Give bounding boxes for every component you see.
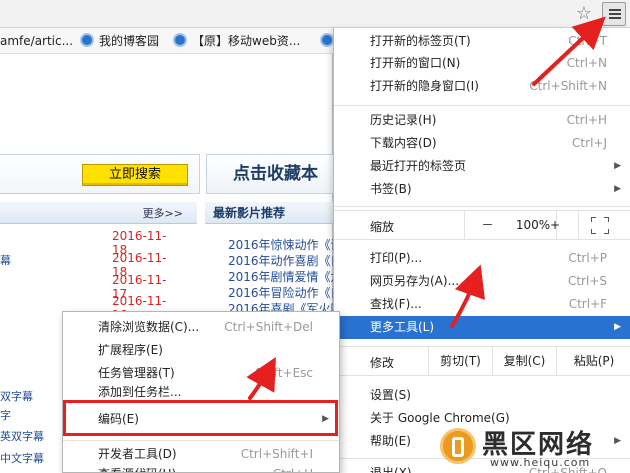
chevron-right-icon: ▶: [614, 161, 621, 171]
bookmark-star-icon[interactable]: ☆: [573, 3, 595, 25]
more-tools-submenu: 清除浏览数据(C)... Ctrl+Shift+Del 扩展程序(E) 任务管理器…: [62, 311, 340, 473]
edit-label: 修改: [370, 356, 395, 370]
copy-button[interactable]: 复制(C): [492, 347, 556, 376]
search-button[interactable]: 立即搜索: [82, 164, 188, 186]
watermark-logo-icon: [440, 428, 476, 464]
paste-button[interactable]: 粘贴(P): [556, 347, 630, 376]
list-item[interactable]: 字: [0, 407, 11, 423]
list-header: 更多>>: [0, 202, 197, 224]
list-item[interactable]: 中文字幕: [0, 450, 44, 466]
list-item[interactable]: 幕: [0, 252, 11, 268]
menu-item-bookmarks[interactable]: 书签(B) ▶: [334, 179, 630, 200]
latest-movies-title: 最新影片推荐: [205, 202, 336, 224]
menu-item-new-tab[interactable]: 打开新的标签页(T) Ctrl+T: [334, 31, 630, 52]
submenu-item-devtools[interactable]: 开发者工具(D) Ctrl+Shift+I: [63, 444, 339, 465]
submenu-item-clear-data[interactable]: 清除浏览数据(C)... Ctrl+Shift+Del: [63, 317, 339, 338]
submenu-item-task-manager[interactable]: 任务管理器(T) Shift+Esc: [63, 363, 339, 384]
cut-button[interactable]: 剪切(T): [428, 347, 492, 376]
bookmark-item[interactable]: amfe/artic...: [0, 32, 73, 50]
submenu-item-add-taskbar[interactable]: 添加到任务栏...: [63, 384, 339, 400]
encoding-highlight-box: [63, 400, 338, 436]
chrome-menu-button[interactable]: [602, 2, 626, 26]
watermark-url: www.heiqu.com: [490, 456, 591, 469]
collect-banner[interactable]: 点击收藏本: [206, 154, 336, 194]
menu-item-new-window[interactable]: 打开新的窗口(N) Ctrl+N: [334, 53, 630, 74]
menu-item-print[interactable]: 打印(P)... Ctrl+P: [334, 248, 630, 269]
edit-row: 修改 剪切(T) 复制(C) 粘贴(P): [334, 346, 630, 376]
zoom-row: 缩放 － 100% +: [334, 210, 630, 240]
menu-item-downloads[interactable]: 下载内容(D) Ctrl+J: [334, 133, 630, 154]
menu-separator: [334, 206, 630, 207]
watermark: 黑区网络 www.heiqu.com: [440, 420, 630, 473]
list-item[interactable]: 双字幕: [0, 388, 33, 404]
browser-toolbar: ☆: [0, 0, 630, 28]
bookmark-item[interactable]: 【原】移动web资...: [173, 32, 300, 50]
list-item[interactable]: 英双字幕: [0, 428, 44, 444]
bookmark-favicon-icon: [320, 33, 334, 47]
menu-item-more-tools[interactable]: 更多工具(L) ▶: [334, 316, 630, 339]
zoom-out-button[interactable]: －: [464, 211, 510, 240]
bookmark-favicon-icon: [173, 33, 187, 47]
menu-item-incognito[interactable]: 打开新的隐身窗口(I) Ctrl+Shift+N: [334, 76, 630, 97]
more-link[interactable]: 更多>>: [143, 205, 183, 221]
fullscreen-icon[interactable]: [591, 217, 609, 234]
chevron-right-icon: ▶: [614, 322, 621, 332]
zoom-in-button[interactable]: +: [532, 211, 578, 240]
zoom-label: 缩放: [370, 220, 395, 234]
hamburger-icon: [609, 9, 621, 11]
menu-item-save-page[interactable]: 网页另存为(A)... Ctrl+S: [334, 271, 630, 292]
movie-link[interactable]: 2016年剧情爱情《六: [228, 268, 336, 285]
movie-link[interactable]: 2016年冒险动作《自: [228, 284, 336, 301]
menu-item-find[interactable]: 查找(F)... Ctrl+F: [334, 294, 630, 315]
menu-item-recent-tabs[interactable]: 最近打开的标签页 ▶: [334, 156, 630, 177]
movie-link[interactable]: 2016年惊悚动作《谍: [228, 236, 336, 253]
menu-item-history[interactable]: 历史记录(H) Ctrl+H: [334, 110, 630, 131]
submenu-separator: [63, 440, 339, 441]
movie-link[interactable]: 2016年动作喜剧《自: [228, 252, 336, 269]
menu-separator: [334, 105, 630, 106]
chevron-right-icon: ▶: [614, 184, 621, 194]
bookmark-item[interactable]: 我的博客园: [80, 32, 159, 50]
chrome-main-menu: 打开新的标签页(T) Ctrl+T 打开新的窗口(N) Ctrl+N 打开新的隐身窗…: [333, 28, 630, 473]
bookmark-favicon-icon: [80, 33, 94, 47]
menu-item-settings[interactable]: 设置(S): [334, 385, 630, 406]
submenu-item-extensions[interactable]: 扩展程序(E): [63, 340, 339, 361]
submenu-item-view-source[interactable]: 查看源代码(U)Ctrl+U: [63, 464, 339, 472]
